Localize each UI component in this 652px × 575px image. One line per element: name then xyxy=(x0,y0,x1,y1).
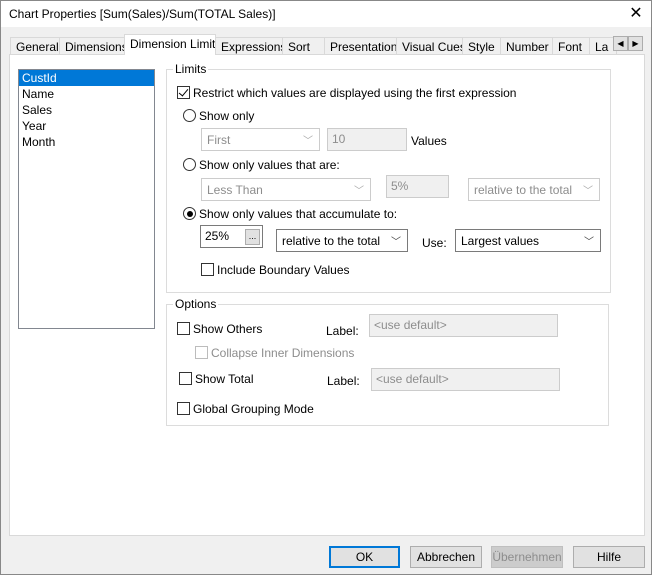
compare-value-input[interactable]: 5% xyxy=(386,175,449,198)
tab-scroll-right-icon[interactable]: ▶ xyxy=(628,36,643,51)
others-label-caption: Label: xyxy=(326,324,359,338)
window-title: Chart Properties [Sum(Sales)/Sum(TOTAL S… xyxy=(9,7,276,21)
chart-properties-dialog: Chart Properties [Sum(Sales)/Sum(TOTAL S… xyxy=(0,0,652,575)
collapse-inner-label: Collapse Inner Dimensions xyxy=(211,346,355,360)
chevron-down-icon: ﹀ xyxy=(584,237,594,248)
tab-style[interactable]: Style xyxy=(462,37,501,55)
accumulate-radio[interactable] xyxy=(183,207,196,220)
list-item[interactable]: Month xyxy=(19,134,154,150)
global-grouping-label: Global Grouping Mode xyxy=(193,402,314,416)
apply-button[interactable]: Übernehmen xyxy=(491,546,563,568)
tab-sort[interactable]: Sort xyxy=(282,37,325,55)
compare-mode-select[interactable]: Less Than ﹀ xyxy=(201,178,371,201)
show-total-checkbox[interactable] xyxy=(179,372,192,385)
help-button[interactable]: Hilfe xyxy=(573,546,645,568)
show-only-count-input[interactable]: 10 xyxy=(327,128,407,151)
chevron-down-icon: ﹀ xyxy=(354,186,364,197)
include-boundary-label: Include Boundary Values xyxy=(217,263,350,277)
accumulate-relative-value: relative to the total xyxy=(282,234,381,248)
dimension-list[interactable]: CustId Name Sales Year Month xyxy=(18,69,155,329)
chevron-down-icon: ﹀ xyxy=(303,136,313,147)
use-value: Largest values xyxy=(461,234,540,248)
accumulate-label: Show only values that accumulate to: xyxy=(199,207,398,221)
use-label: Use: xyxy=(422,236,447,250)
compare-relative-select[interactable]: relative to the total ﹀ xyxy=(468,178,600,201)
list-item[interactable]: Name xyxy=(19,86,154,102)
tab-scroll-left-icon[interactable]: ◀ xyxy=(613,36,628,51)
tab-dimension-limits[interactable]: Dimension Limits xyxy=(124,34,216,55)
chevron-down-icon: ﹀ xyxy=(583,186,593,197)
tab-expressions[interactable]: Expressions xyxy=(215,37,283,55)
compare-relative-value: relative to the total xyxy=(474,183,573,197)
tab-visual-cues[interactable]: Visual Cues xyxy=(396,37,463,55)
accumulate-relative-select[interactable]: relative to the total ﹀ xyxy=(276,229,408,252)
values-that-are-radio[interactable] xyxy=(183,158,196,171)
list-item[interactable]: CustId xyxy=(19,70,154,86)
show-only-radio[interactable] xyxy=(183,109,196,122)
options-title: Options xyxy=(173,297,219,311)
show-total-label: Show Total xyxy=(195,372,254,386)
chevron-down-icon: ﹀ xyxy=(391,237,401,248)
tab-general[interactable]: General xyxy=(10,37,60,55)
restrict-checkbox[interactable] xyxy=(177,86,190,99)
collapse-inner-checkbox[interactable] xyxy=(195,346,208,359)
show-others-checkbox[interactable] xyxy=(177,322,190,335)
tab-number[interactable]: Number xyxy=(500,37,553,55)
values-label: Values xyxy=(411,134,447,148)
show-only-mode-select[interactable]: First ﹀ xyxy=(201,128,320,151)
others-label-input[interactable]: <use default> xyxy=(369,314,558,337)
list-item[interactable]: Year xyxy=(19,118,154,134)
close-icon[interactable]: ✕ xyxy=(623,3,649,25)
tab-dimensions[interactable]: Dimensions xyxy=(59,37,125,55)
tab-presentation[interactable]: Presentation xyxy=(324,37,397,55)
show-only-label: Show only xyxy=(199,109,255,123)
accumulate-value: 25% xyxy=(205,229,230,243)
total-label-caption: Label: xyxy=(327,374,360,388)
compare-mode-value: Less Than xyxy=(207,183,263,197)
expression-editor-button[interactable]: ... xyxy=(245,229,260,245)
total-label-input[interactable]: <use default> xyxy=(371,368,560,391)
ok-button[interactable]: OK xyxy=(329,546,400,568)
show-only-mode-value: First xyxy=(207,133,231,147)
list-item[interactable]: Sales xyxy=(19,102,154,118)
limits-title: Limits xyxy=(173,62,209,76)
restrict-label: Restrict which values are displayed usin… xyxy=(193,86,517,100)
show-others-label: Show Others xyxy=(193,322,263,336)
title-bar: Chart Properties [Sum(Sales)/Sum(TOTAL S… xyxy=(1,1,651,27)
cancel-button[interactable]: Abbrechen xyxy=(410,546,482,568)
tab-font[interactable]: Font xyxy=(552,37,590,55)
use-select[interactable]: Largest values ﹀ xyxy=(455,229,601,252)
include-boundary-checkbox[interactable] xyxy=(201,263,214,276)
values-that-are-label: Show only values that are: xyxy=(199,158,340,172)
global-grouping-checkbox[interactable] xyxy=(177,402,190,415)
